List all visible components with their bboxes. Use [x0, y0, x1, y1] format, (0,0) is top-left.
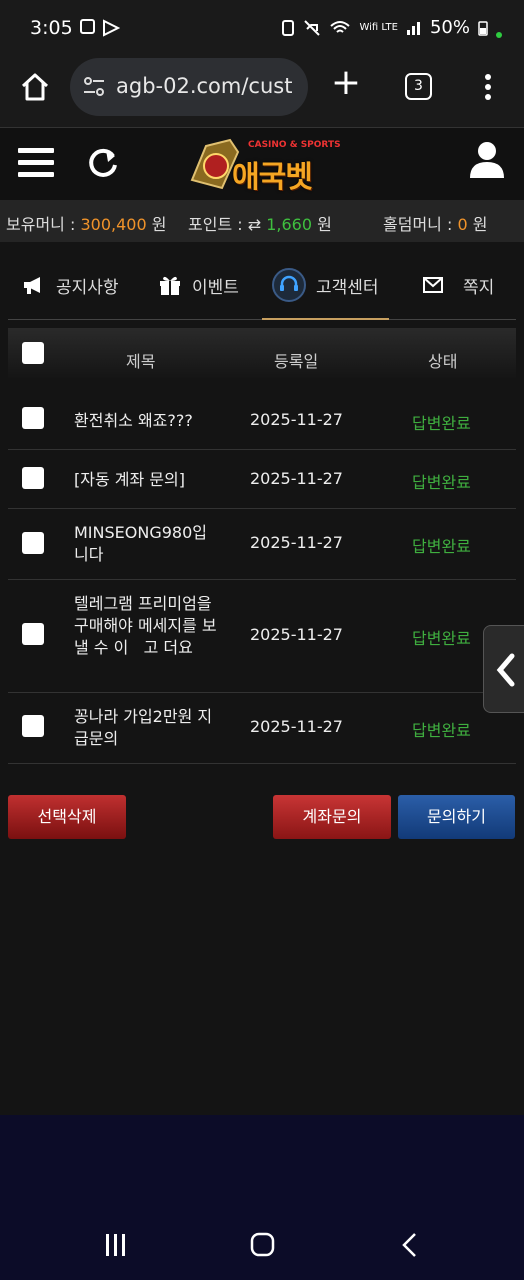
tab-event-label: 이벤트 — [192, 277, 239, 298]
money-balance: 보유머니 : 300,400 원 — [6, 211, 166, 235]
status-time: 3:05 — [30, 17, 73, 39]
tab-event[interactable]: 이벤트 — [158, 250, 239, 320]
point-unit: 원 — [317, 215, 332, 234]
status-bar: 3:05 Wifi LTE 50% — [0, 0, 524, 56]
row-status: 답변완료 — [412, 473, 471, 492]
row-title[interactable]: 환전취소 왜죠??? — [74, 410, 224, 432]
row-status: 답변완료 — [412, 721, 471, 740]
table-row[interactable]: 환전취소 왜죠??? 2025-11-27 답변완료 — [8, 378, 516, 450]
point-balance[interactable]: 포인트 : ⇄ 1,660 원 — [188, 211, 332, 235]
row-title[interactable]: 텔레그램 프리미엄을 구매해야 메세지를 보낼 수 이 고 더요 — [74, 593, 220, 659]
tab-customer-center[interactable]: 고객센터 — [262, 250, 389, 320]
money-value: 300,400 — [80, 215, 147, 234]
header-status: 상태 — [428, 352, 458, 371]
user-icon[interactable] — [468, 140, 506, 180]
row-date: 2025-11-27 — [250, 410, 343, 429]
table-header: 제목 등록일 상태 — [8, 328, 516, 378]
exchange-icon[interactable]: ⇄ — [248, 215, 261, 234]
row-status: 답변완료 — [412, 414, 471, 433]
account-inquiry-button[interactable]: 계좌문의 — [273, 795, 391, 839]
tab-notice[interactable]: 공지사항 — [22, 250, 119, 320]
logo-tagline: CASINO & SPORTS — [248, 140, 341, 150]
side-panel-toggle[interactable] — [483, 625, 524, 713]
holdem-label: 홀덤머니 : — [383, 215, 453, 234]
row-status: 답변완료 — [412, 629, 471, 648]
network-label: Wifi LTE — [359, 22, 398, 33]
row-date: 2025-11-27 — [250, 717, 343, 736]
row-status: 답변완료 — [412, 537, 471, 556]
browser-toolbar: agb-02.com/cust + 3 — [0, 56, 524, 128]
holdem-unit: 원 — [472, 215, 488, 234]
battery-icon — [478, 20, 488, 36]
tab-notice-label: 공지사항 — [56, 277, 119, 298]
site-settings-icon[interactable] — [82, 76, 106, 98]
gift-icon — [160, 276, 180, 295]
envelope-icon — [423, 277, 443, 293]
refresh-icon[interactable] — [86, 146, 120, 180]
row-date: 2025-11-27 — [250, 533, 343, 552]
home-nav-icon[interactable] — [250, 1232, 276, 1258]
tab-switcher-button[interactable]: 3 — [405, 73, 432, 100]
back-icon[interactable] — [400, 1232, 420, 1258]
play-store-icon — [103, 19, 120, 37]
row-checkbox[interactable] — [22, 715, 44, 737]
recent-apps-icon[interactable] — [104, 1232, 128, 1258]
board-nav-tabs: 공지사항 이벤트 고객센터 쪽지 — [8, 250, 516, 320]
tab-messages-label: 쪽지 — [463, 277, 495, 298]
more-menu-icon[interactable] — [476, 70, 500, 104]
select-all-checkbox[interactable] — [22, 342, 44, 364]
row-date: 2025-11-27 — [250, 625, 343, 644]
signal-icon — [406, 21, 420, 35]
mute-icon — [304, 19, 321, 36]
row-checkbox[interactable] — [22, 467, 44, 489]
site-header: CASINO & SPORTS 애국벳 — [0, 128, 524, 200]
row-title[interactable]: 꽁나라 가입2만원 지급문의 — [74, 706, 214, 750]
new-inquiry-button[interactable]: 문의하기 — [398, 795, 515, 839]
row-checkbox[interactable] — [22, 407, 44, 429]
inquiry-table: 제목 등록일 상태 환전취소 왜죠??? 2025-11-27 답변완료 [자동… — [8, 328, 516, 764]
url-text: agb-02.com/cust — [116, 74, 293, 98]
site-logo[interactable]: CASINO & SPORTS 애국벳 — [186, 132, 341, 196]
home-icon[interactable] — [18, 70, 52, 104]
holdem-balance: 홀덤머니 : 0 원 — [383, 211, 487, 235]
row-checkbox[interactable] — [22, 532, 44, 554]
row-checkbox[interactable] — [22, 623, 44, 645]
logo-name: 애국벳 — [232, 160, 313, 195]
money-label: 보유머니 : — [6, 215, 76, 234]
tab-customer-center-label: 고객센터 — [316, 277, 379, 298]
battery-saver-icon — [282, 19, 295, 36]
megaphone-icon — [24, 277, 40, 294]
row-date: 2025-11-27 — [250, 469, 343, 488]
money-unit: 원 — [151, 215, 167, 234]
new-tab-button[interactable]: + — [330, 65, 362, 101]
table-row[interactable]: [자동 계좌 문의] 2025-11-27 답변완료 — [8, 450, 516, 509]
address-bar[interactable]: agb-02.com/cust — [70, 58, 308, 116]
battery-percent: 50% — [429, 17, 470, 38]
point-label: 포인트 : — [188, 215, 243, 234]
wifi-icon — [330, 20, 351, 33]
row-title[interactable]: MINSEONG980입니다 — [74, 522, 214, 566]
green-dot-indicator — [496, 31, 502, 38]
holdem-value: 0 — [457, 215, 468, 234]
checkbox-notification-icon — [80, 19, 95, 34]
tab-messages[interactable]: 쪽지 — [423, 250, 494, 320]
table-row[interactable]: MINSEONG980입니다 2025-11-27 답변완료 — [8, 509, 516, 580]
headset-icon — [272, 268, 306, 302]
row-title[interactable]: [자동 계좌 문의] — [74, 469, 224, 491]
table-row[interactable]: 텔레그램 프리미엄을 구매해야 메세지를 보낼 수 이 고 더요 2025-11… — [8, 580, 516, 693]
balance-bar: 보유머니 : 300,400 원 포인트 : ⇄ 1,660 원 홀덤머니 : … — [0, 200, 524, 242]
header-title: 제목 — [126, 352, 156, 371]
chevron-left-icon — [496, 653, 515, 687]
header-date: 등록일 — [274, 352, 319, 371]
menu-icon[interactable] — [18, 148, 54, 180]
status-right: Wifi LTE 50% — [281, 17, 502, 38]
point-value: 1,660 — [266, 215, 313, 234]
delete-selected-button[interactable]: 선택삭제 — [8, 795, 126, 839]
table-row[interactable]: 꽁나라 가입2만원 지급문의 2025-11-27 답변완료 — [8, 693, 516, 764]
